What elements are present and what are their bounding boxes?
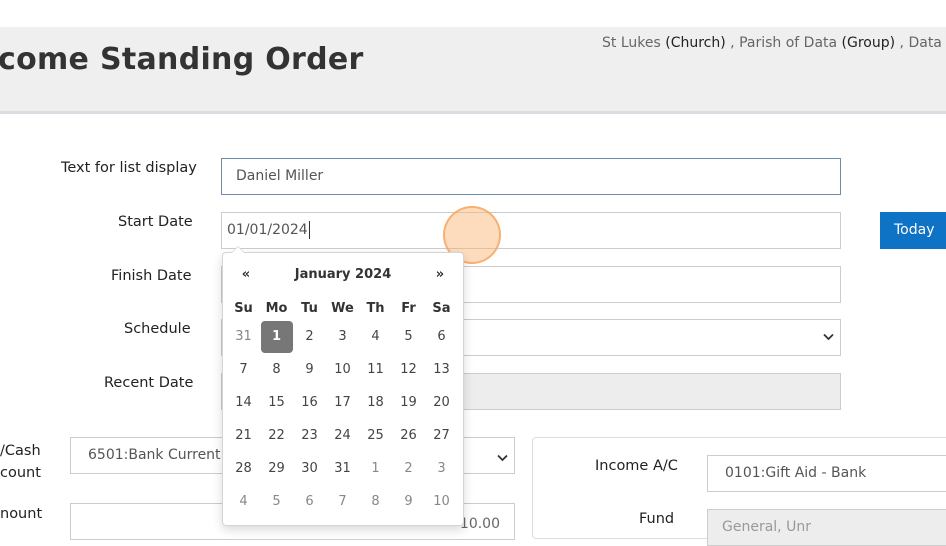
text-cursor (308, 221, 310, 239)
page-title: come Standing Order (0, 42, 364, 77)
text-for-list-input[interactable]: Daniel Miller (221, 158, 841, 195)
calendar-day[interactable]: 26 (392, 419, 425, 452)
calendar-body: 31 1 2 3 4 5 6 7 8 9 10 11 12 13 14 15 16 17 18 19 20 21 22 23 2… (227, 320, 458, 518)
chevron-down-icon (497, 451, 508, 465)
calendar-day[interactable]: 22 (260, 419, 293, 452)
schedule-label: Schedule (124, 321, 191, 337)
calendar-day[interactable]: 17 (326, 386, 359, 419)
context-breadcrumb: St Lukes (Church) , Parish of Data (Grou… (602, 35, 946, 51)
calendar-week-row: 14 15 16 17 18 19 20 (227, 386, 458, 419)
calendar-day[interactable]: 23 (293, 419, 326, 452)
calendar-day[interactable]: 5 (392, 320, 425, 353)
calendar-day-other-month[interactable]: 10 (425, 485, 458, 518)
income-ac-label: Income A/C (595, 458, 678, 474)
calendar-day[interactable]: 18 (359, 386, 392, 419)
datepicker-header: « January 2024 » (223, 263, 463, 287)
datepicker-popup: « January 2024 » Su Mo Tu We Th Fr Sa 31 1 2 3 4 5 6… (222, 246, 464, 526)
fund-select[interactable]: General, Unr (707, 509, 946, 546)
amount-label: nount (0, 506, 43, 522)
recent-date-label: Recent Date (104, 375, 194, 391)
start-date-label: Start Date (118, 214, 193, 230)
calendar-day[interactable]: 20 (425, 386, 458, 419)
calendar-day-other-month[interactable]: 8 (359, 485, 392, 518)
calendar-day-other-month[interactable]: 7 (326, 485, 359, 518)
calendar-day-other-month[interactable]: 4 (227, 485, 260, 518)
calendar-day[interactable]: 21 (227, 419, 260, 452)
weekday-label: We (331, 300, 354, 316)
calendar-day-other-month[interactable]: 3 (425, 452, 458, 485)
weekday-label: Sa (432, 300, 451, 316)
calendar-day-other-month[interactable]: 31 (227, 320, 260, 353)
weekday-label: Th (366, 300, 385, 316)
bank-cash-label-line1: /Cash (0, 443, 41, 459)
weekday-label: Tu (301, 300, 318, 316)
calendar-day[interactable]: 7 (227, 353, 260, 386)
calendar-day[interactable]: 14 (227, 386, 260, 419)
context-data-link[interactable]: Data Do (908, 35, 946, 51)
bank-cash-label-line2: count (0, 465, 41, 481)
calendar-week-row: 21 22 23 24 25 26 27 (227, 419, 458, 452)
weekday-header-row: Su Mo Tu We Th Fr Sa (227, 296, 458, 320)
calendar-day[interactable]: 28 (227, 452, 260, 485)
top-bar (0, 0, 946, 27)
start-date-value: 01/01/2024 (227, 222, 308, 238)
weekday-label: Fr (401, 300, 416, 316)
fund-label: Fund (639, 511, 675, 527)
calendar-day-other-month[interactable]: 6 (293, 485, 326, 518)
calendar-day-other-month[interactable]: 1 (359, 452, 392, 485)
calendar-day[interactable]: 15 (260, 386, 293, 419)
chevron-down-icon (823, 330, 834, 344)
calendar-day[interactable]: 13 (425, 353, 458, 386)
calendar-day[interactable]: 6 (425, 320, 458, 353)
weekday-label: Mo (265, 300, 288, 316)
calendar-week-row: 7 8 9 10 11 12 13 (227, 353, 458, 386)
calendar-day[interactable]: 8 (260, 353, 293, 386)
calendar-day[interactable]: 10 (326, 353, 359, 386)
start-date-input[interactable]: 01/01/2024 (221, 212, 841, 249)
amount-value: 10.00 (459, 516, 500, 532)
calendar-day[interactable]: 16 (293, 386, 326, 419)
page-header: come Standing Order St Lukes (Church) , … (0, 27, 946, 114)
context-group-link[interactable]: Parish of Data (Group) (739, 35, 895, 51)
calendar-day[interactable]: 19 (392, 386, 425, 419)
context-church-link[interactable]: St Lukes (Church) (602, 35, 726, 51)
calendar-day[interactable]: 27 (425, 419, 458, 452)
calendar-day[interactable]: 2 (293, 320, 326, 353)
calendar-day-other-month[interactable]: 5 (260, 485, 293, 518)
month-year-switch[interactable]: January 2024 (263, 267, 423, 282)
next-month-button[interactable]: » (431, 267, 449, 282)
prev-month-button[interactable]: « (237, 267, 255, 282)
income-ac-select[interactable]: 0101:Gift Aid - Bank (707, 455, 946, 492)
calendar-week-row: 4 5 6 7 8 9 10 (227, 485, 458, 518)
calendar-day[interactable]: 29 (260, 452, 293, 485)
calendar-day-other-month[interactable]: 9 (392, 485, 425, 518)
calendar-day[interactable]: 30 (293, 452, 326, 485)
calendar-day[interactable]: 4 (359, 320, 392, 353)
calendar-day[interactable]: 11 (359, 353, 392, 386)
text-for-list-label: Text for list display (61, 160, 197, 176)
calendar-day[interactable]: 12 (392, 353, 425, 386)
calendar-day[interactable]: 31 (326, 452, 359, 485)
calendar-day-selected[interactable]: 1 (260, 320, 293, 353)
calendar-week-row: 31 1 2 3 4 5 6 (227, 320, 458, 353)
calendar-day[interactable]: 9 (293, 353, 326, 386)
calendar-day[interactable]: 25 (359, 419, 392, 452)
calendar-week-row: 28 29 30 31 1 2 3 (227, 452, 458, 485)
calendar-grid: Su Mo Tu We Th Fr Sa 31 1 2 3 4 5 6 7 8 9 10 11 12 13 14 15 16… (227, 296, 458, 518)
calendar-day-other-month[interactable]: 2 (392, 452, 425, 485)
bank-cash-label: /Cash count (0, 440, 41, 484)
calendar-day[interactable]: 24 (326, 419, 359, 452)
finish-date-label: Finish Date (111, 268, 192, 284)
today-button[interactable]: Today (880, 212, 946, 249)
calendar-day[interactable]: 3 (326, 320, 359, 353)
weekday-label: Su (234, 300, 253, 316)
